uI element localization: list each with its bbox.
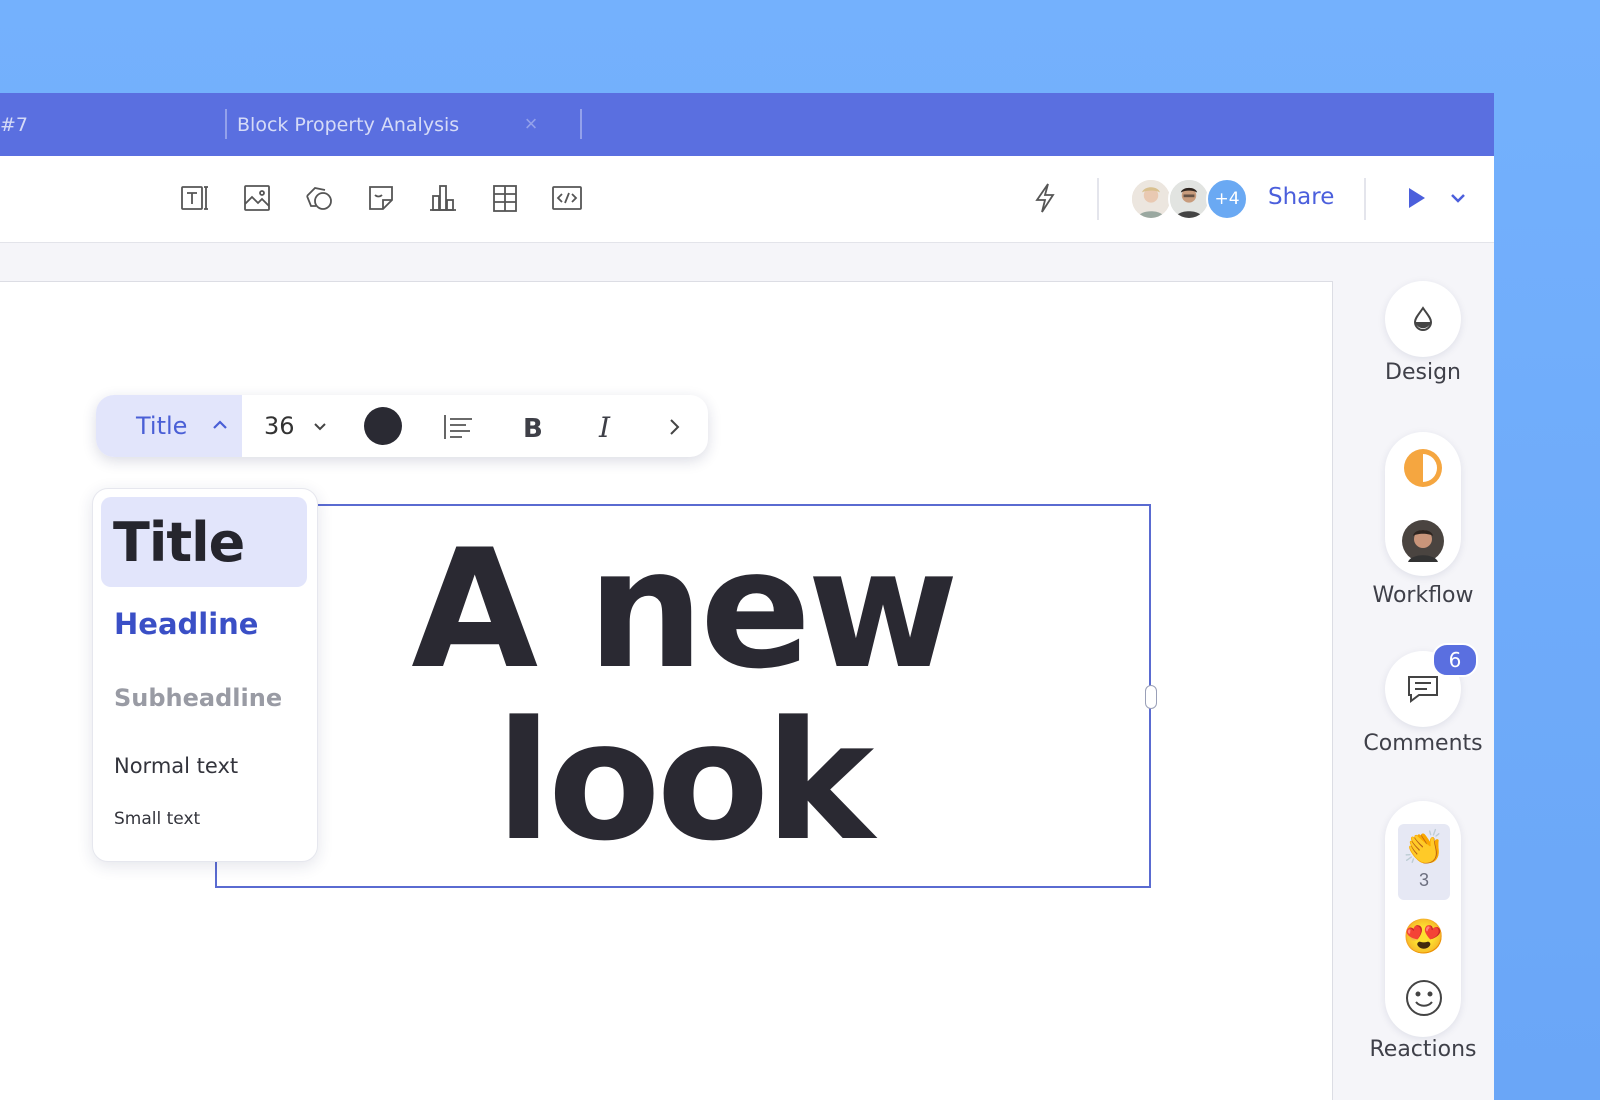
text-tool-icon[interactable] <box>177 180 213 216</box>
close-icon[interactable]: × <box>520 113 542 135</box>
avatar[interactable] <box>1130 178 1172 220</box>
resize-handle[interactable] <box>1145 685 1157 709</box>
tab-divider <box>580 109 582 139</box>
chevron-up-icon <box>213 420 227 429</box>
tab-label: Block Property Analysis <box>237 113 460 136</box>
sticker-tool-icon[interactable] <box>363 180 399 216</box>
more-collaborators-badge[interactable]: +4 <box>1206 178 1248 220</box>
text-format-bar: Title 36 B I <box>96 395 708 457</box>
selected-text-box[interactable]: A new look <box>215 504 1151 888</box>
heart-eyes-icon[interactable]: 😍 <box>1398 917 1450 957</box>
svg-text:I: I <box>598 411 611 444</box>
style-option-headline[interactable]: Headline <box>114 607 338 641</box>
text-line: look <box>495 686 875 877</box>
add-reaction-icon[interactable] <box>1403 977 1445 1019</box>
shape-tool-icon[interactable] <box>301 180 337 216</box>
design-button[interactable] <box>1385 281 1461 357</box>
clap-count: 3 <box>1418 870 1429 890</box>
comments-count-badge: 6 <box>1432 643 1478 677</box>
text-color-swatch[interactable] <box>364 407 402 445</box>
tab-label: #7 <box>0 113 29 136</box>
tab-divider <box>225 109 227 139</box>
text-line: A new <box>411 514 959 705</box>
chevron-down-icon[interactable] <box>1440 180 1476 216</box>
table-tool-icon[interactable] <box>487 180 523 216</box>
comment-icon <box>1408 676 1438 703</box>
align-left-icon[interactable] <box>442 410 476 444</box>
text-style-menu: Title Headline Subheadline Normal text S… <box>92 488 318 862</box>
chevron-down-icon[interactable] <box>310 416 330 436</box>
status-half-circle-icon <box>1404 449 1442 487</box>
chevron-right-icon[interactable] <box>658 410 692 444</box>
toolbar-divider <box>1097 178 1099 220</box>
clap-reaction[interactable]: 👏 3 <box>1398 824 1450 900</box>
style-option-small[interactable]: Small text <box>114 809 338 829</box>
chart-tool-icon[interactable] <box>425 180 461 216</box>
svg-text:B: B <box>523 414 543 444</box>
play-icon[interactable] <box>1398 180 1434 216</box>
bold-icon[interactable]: B <box>516 410 550 444</box>
style-option-title[interactable]: Title <box>101 497 307 587</box>
embed-tool-icon[interactable] <box>549 180 585 216</box>
design-label: Design <box>1385 360 1461 385</box>
comments-label: Comments <box>1363 731 1483 756</box>
toolbar-divider <box>1364 178 1366 220</box>
text-box-content[interactable]: A new look <box>217 506 1149 868</box>
reactions-label: Reactions <box>1369 1037 1477 1062</box>
tab-7[interactable]: #7 <box>0 93 28 156</box>
style-option-normal[interactable]: Normal text <box>114 754 338 778</box>
style-option-subheadline[interactable]: Subheadline <box>114 684 338 712</box>
workflow-pill[interactable] <box>1385 432 1461 576</box>
app-window: #7 Block Property Analysis × +4 Share A … <box>0 93 1494 1100</box>
avatar[interactable] <box>1402 520 1444 562</box>
font-size-value[interactable]: 36 <box>264 412 295 440</box>
tab-block-property-analysis[interactable]: Block Property Analysis <box>237 93 459 156</box>
share-button[interactable]: Share <box>1268 184 1334 210</box>
lightning-icon[interactable] <box>1027 180 1063 216</box>
tab-bar: #7 Block Property Analysis × <box>0 93 1494 156</box>
text-style-select[interactable]: Title <box>96 395 242 457</box>
droplet-icon <box>1413 306 1433 331</box>
toolbar: +4 Share <box>0 156 1494 243</box>
workflow-label: Workflow <box>1372 583 1474 608</box>
italic-icon[interactable]: I <box>590 410 624 444</box>
text-style-label: Title <box>136 412 188 440</box>
style-option-label: Title <box>113 511 245 574</box>
avatar[interactable] <box>1168 178 1210 220</box>
clap-icon: 👏 <box>1402 829 1446 867</box>
image-tool-icon[interactable] <box>239 180 275 216</box>
